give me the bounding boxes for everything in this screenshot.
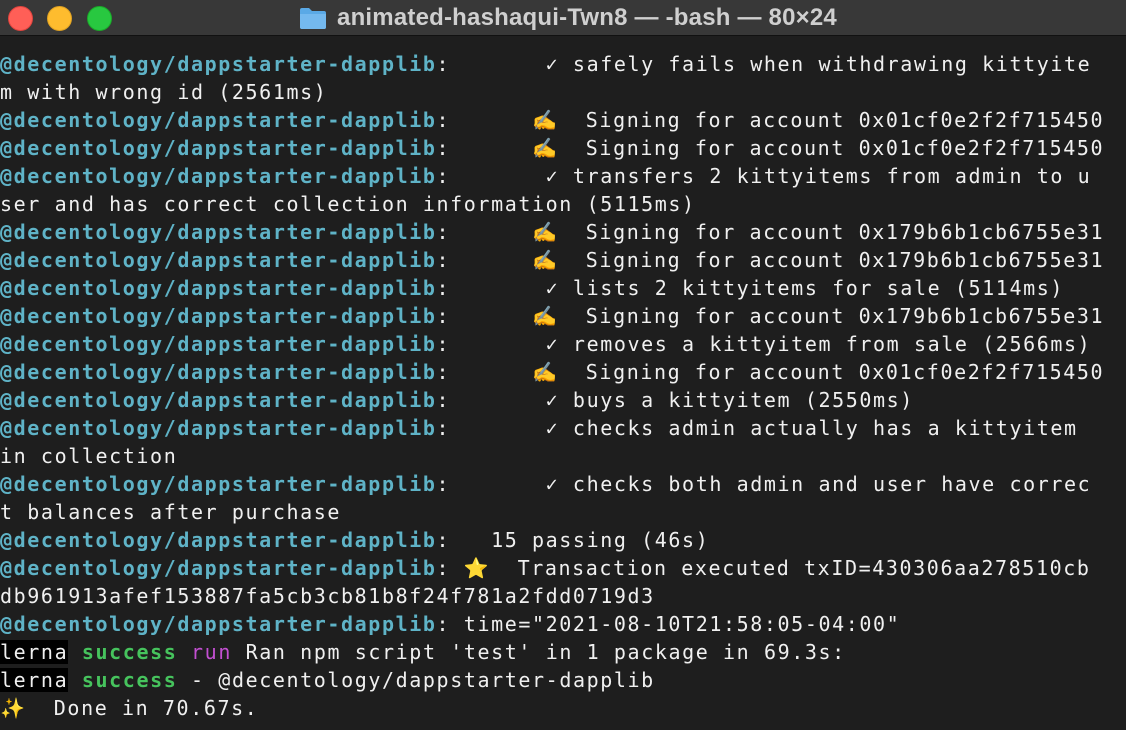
line-text: : ✓ safely fails when withdrawing kittyi… <box>436 52 1092 76</box>
terminal-line: @decentology/dappstarter-dapplib: ✍️ Sig… <box>0 106 1126 134</box>
line-text: : ⭐ Transaction executed txID=430306aa27… <box>436 556 1091 580</box>
terminal-line: @decentology/dappstarter-dapplib: ✍️ Sig… <box>0 218 1126 246</box>
title-bar[interactable]: animated-hashaqui-Twn8 — -bash — 80×24 <box>0 0 1126 36</box>
terminal-line: @decentology/dappstarter-dapplib: ✓ chec… <box>0 470 1126 498</box>
terminal-line: @decentology/dappstarter-dapplib: ⭐ Tran… <box>0 554 1126 582</box>
terminal-line: @decentology/dappstarter-dapplib: ✍️ Sig… <box>0 246 1126 274</box>
success-status: success <box>81 668 178 692</box>
package-prefix: @decentology/dappstarter-dapplib <box>0 388 437 412</box>
package-prefix: @decentology/dappstarter-dapplib <box>0 276 437 300</box>
success-status: success <box>81 640 178 664</box>
package-prefix: @decentology/dappstarter-dapplib <box>0 52 437 76</box>
package-prefix: @decentology/dappstarter-dapplib <box>0 528 437 552</box>
terminal-line: @decentology/dappstarter-dapplib: ✓ tran… <box>0 162 1126 190</box>
terminal-line: @decentology/dappstarter-dapplib: ✓ safe… <box>0 50 1126 78</box>
line-text: : ✓ checks both admin and user have corr… <box>436 472 1092 496</box>
done-line: ✨ Done in 70.67s. <box>0 696 259 720</box>
terminal-line: @decentology/dappstarter-dapplib: ✍️ Sig… <box>0 358 1126 386</box>
package-prefix: @decentology/dappstarter-dapplib <box>0 220 437 244</box>
package-prefix: @decentology/dappstarter-dapplib <box>0 164 437 188</box>
line-text: : ✍️ Signing for account 0x01cf0e2f2f715… <box>436 360 1105 384</box>
terminal-line: @decentology/dappstarter-dapplib: ✓ remo… <box>0 330 1126 358</box>
terminal-line: @decentology/dappstarter-dapplib: time="… <box>0 610 1126 638</box>
line-text: : ✍️ Signing for account 0x179b6b1cb6755… <box>436 248 1105 272</box>
line-text: : ✓ removes a kittyitem from sale (2566m… <box>436 332 1092 356</box>
package-prefix: @decentology/dappstarter-dapplib <box>0 556 437 580</box>
package-prefix: @decentology/dappstarter-dapplib <box>0 360 437 384</box>
line-text: : 15 passing (46s) <box>436 528 710 552</box>
line-text: ser and has correct collection informati… <box>0 192 696 216</box>
terminal-line: ser and has correct collection informati… <box>0 190 1126 218</box>
line-text: in collection <box>0 444 178 468</box>
package-prefix: @decentology/dappstarter-dapplib <box>0 416 437 440</box>
line-text: m with wrong id (2561ms) <box>0 80 328 104</box>
line-text: : ✍️ Signing for account 0x01cf0e2f2f715… <box>436 108 1105 132</box>
line-text: : ✍️ Signing for account 0x179b6b1cb6755… <box>436 220 1105 244</box>
package-prefix: @decentology/dappstarter-dapplib <box>0 332 437 356</box>
lerna-message: Ran npm script 'test' in 1 package in 69… <box>231 640 846 664</box>
line-text: : ✓ checks admin actually has a kittyite… <box>436 416 1078 440</box>
package-prefix: @decentology/dappstarter-dapplib <box>0 472 437 496</box>
package-prefix: @decentology/dappstarter-dapplib <box>0 136 437 160</box>
terminal-line: m with wrong id (2561ms) <box>0 78 1126 106</box>
terminal-window: animated-hashaqui-Twn8 — -bash — 80×24 @… <box>0 0 1126 730</box>
line-text: : ✓ transfers 2 kittyitems from admin to… <box>436 164 1092 188</box>
terminal-line: @decentology/dappstarter-dapplib: 15 pas… <box>0 526 1126 554</box>
lerna-tag: lerna <box>0 640 69 664</box>
line-text: db961913afef153887fa5cb3cb81b8f24f781a2f… <box>0 584 655 608</box>
package-prefix: @decentology/dappstarter-dapplib <box>0 108 437 132</box>
lerna-line: lerna success - @decentology/dappstarter… <box>0 666 1126 694</box>
line-text: : ✍️ Signing for account 0x179b6b1cb6755… <box>436 304 1105 328</box>
package-prefix: @decentology/dappstarter-dapplib <box>0 304 437 328</box>
terminal-output[interactable]: @decentology/dappstarter-dapplib: ✓ safe… <box>0 50 1126 730</box>
package-prefix: @decentology/dappstarter-dapplib <box>0 612 437 636</box>
lerna-tag: lerna <box>0 668 69 692</box>
terminal-line: in collection <box>0 442 1126 470</box>
terminal-line: @decentology/dappstarter-dapplib: ✍️ Sig… <box>0 134 1126 162</box>
window-title: animated-hashaqui-Twn8 — -bash — 80×24 <box>337 4 837 31</box>
terminal-line: @decentology/dappstarter-dapplib: ✓ chec… <box>0 414 1126 442</box>
run-label: run <box>191 640 232 664</box>
terminal-line: t balances after purchase <box>0 498 1126 526</box>
line-text: : ✓ buys a kittyitem (2550ms) <box>436 388 914 412</box>
terminal-line: db961913afef153887fa5cb3cb81b8f24f781a2f… <box>0 582 1126 610</box>
terminal-line: @decentology/dappstarter-dapplib: ✍️ Sig… <box>0 302 1126 330</box>
line-text: : time="2021-08-10T21:58:05-04:00" <box>436 612 901 636</box>
line-text: : ✓ lists 2 kittyitems for sale (5114ms) <box>436 276 1065 300</box>
folder-icon <box>300 8 327 29</box>
window-title-area: animated-hashaqui-Twn8 — -bash — 80×24 <box>0 0 1126 36</box>
lerna-line: lerna success run Ran npm script 'test' … <box>0 638 1126 666</box>
line-text: t balances after purchase <box>0 500 342 524</box>
terminal-line: @decentology/dappstarter-dapplib: ✓ buys… <box>0 386 1126 414</box>
package-prefix: @decentology/dappstarter-dapplib <box>0 248 437 272</box>
line-text: : ✍️ Signing for account 0x01cf0e2f2f715… <box>436 136 1105 160</box>
lerna-message: - @decentology/dappstarter-dapplib <box>177 668 655 692</box>
terminal-line: @decentology/dappstarter-dapplib: ✓ list… <box>0 274 1126 302</box>
